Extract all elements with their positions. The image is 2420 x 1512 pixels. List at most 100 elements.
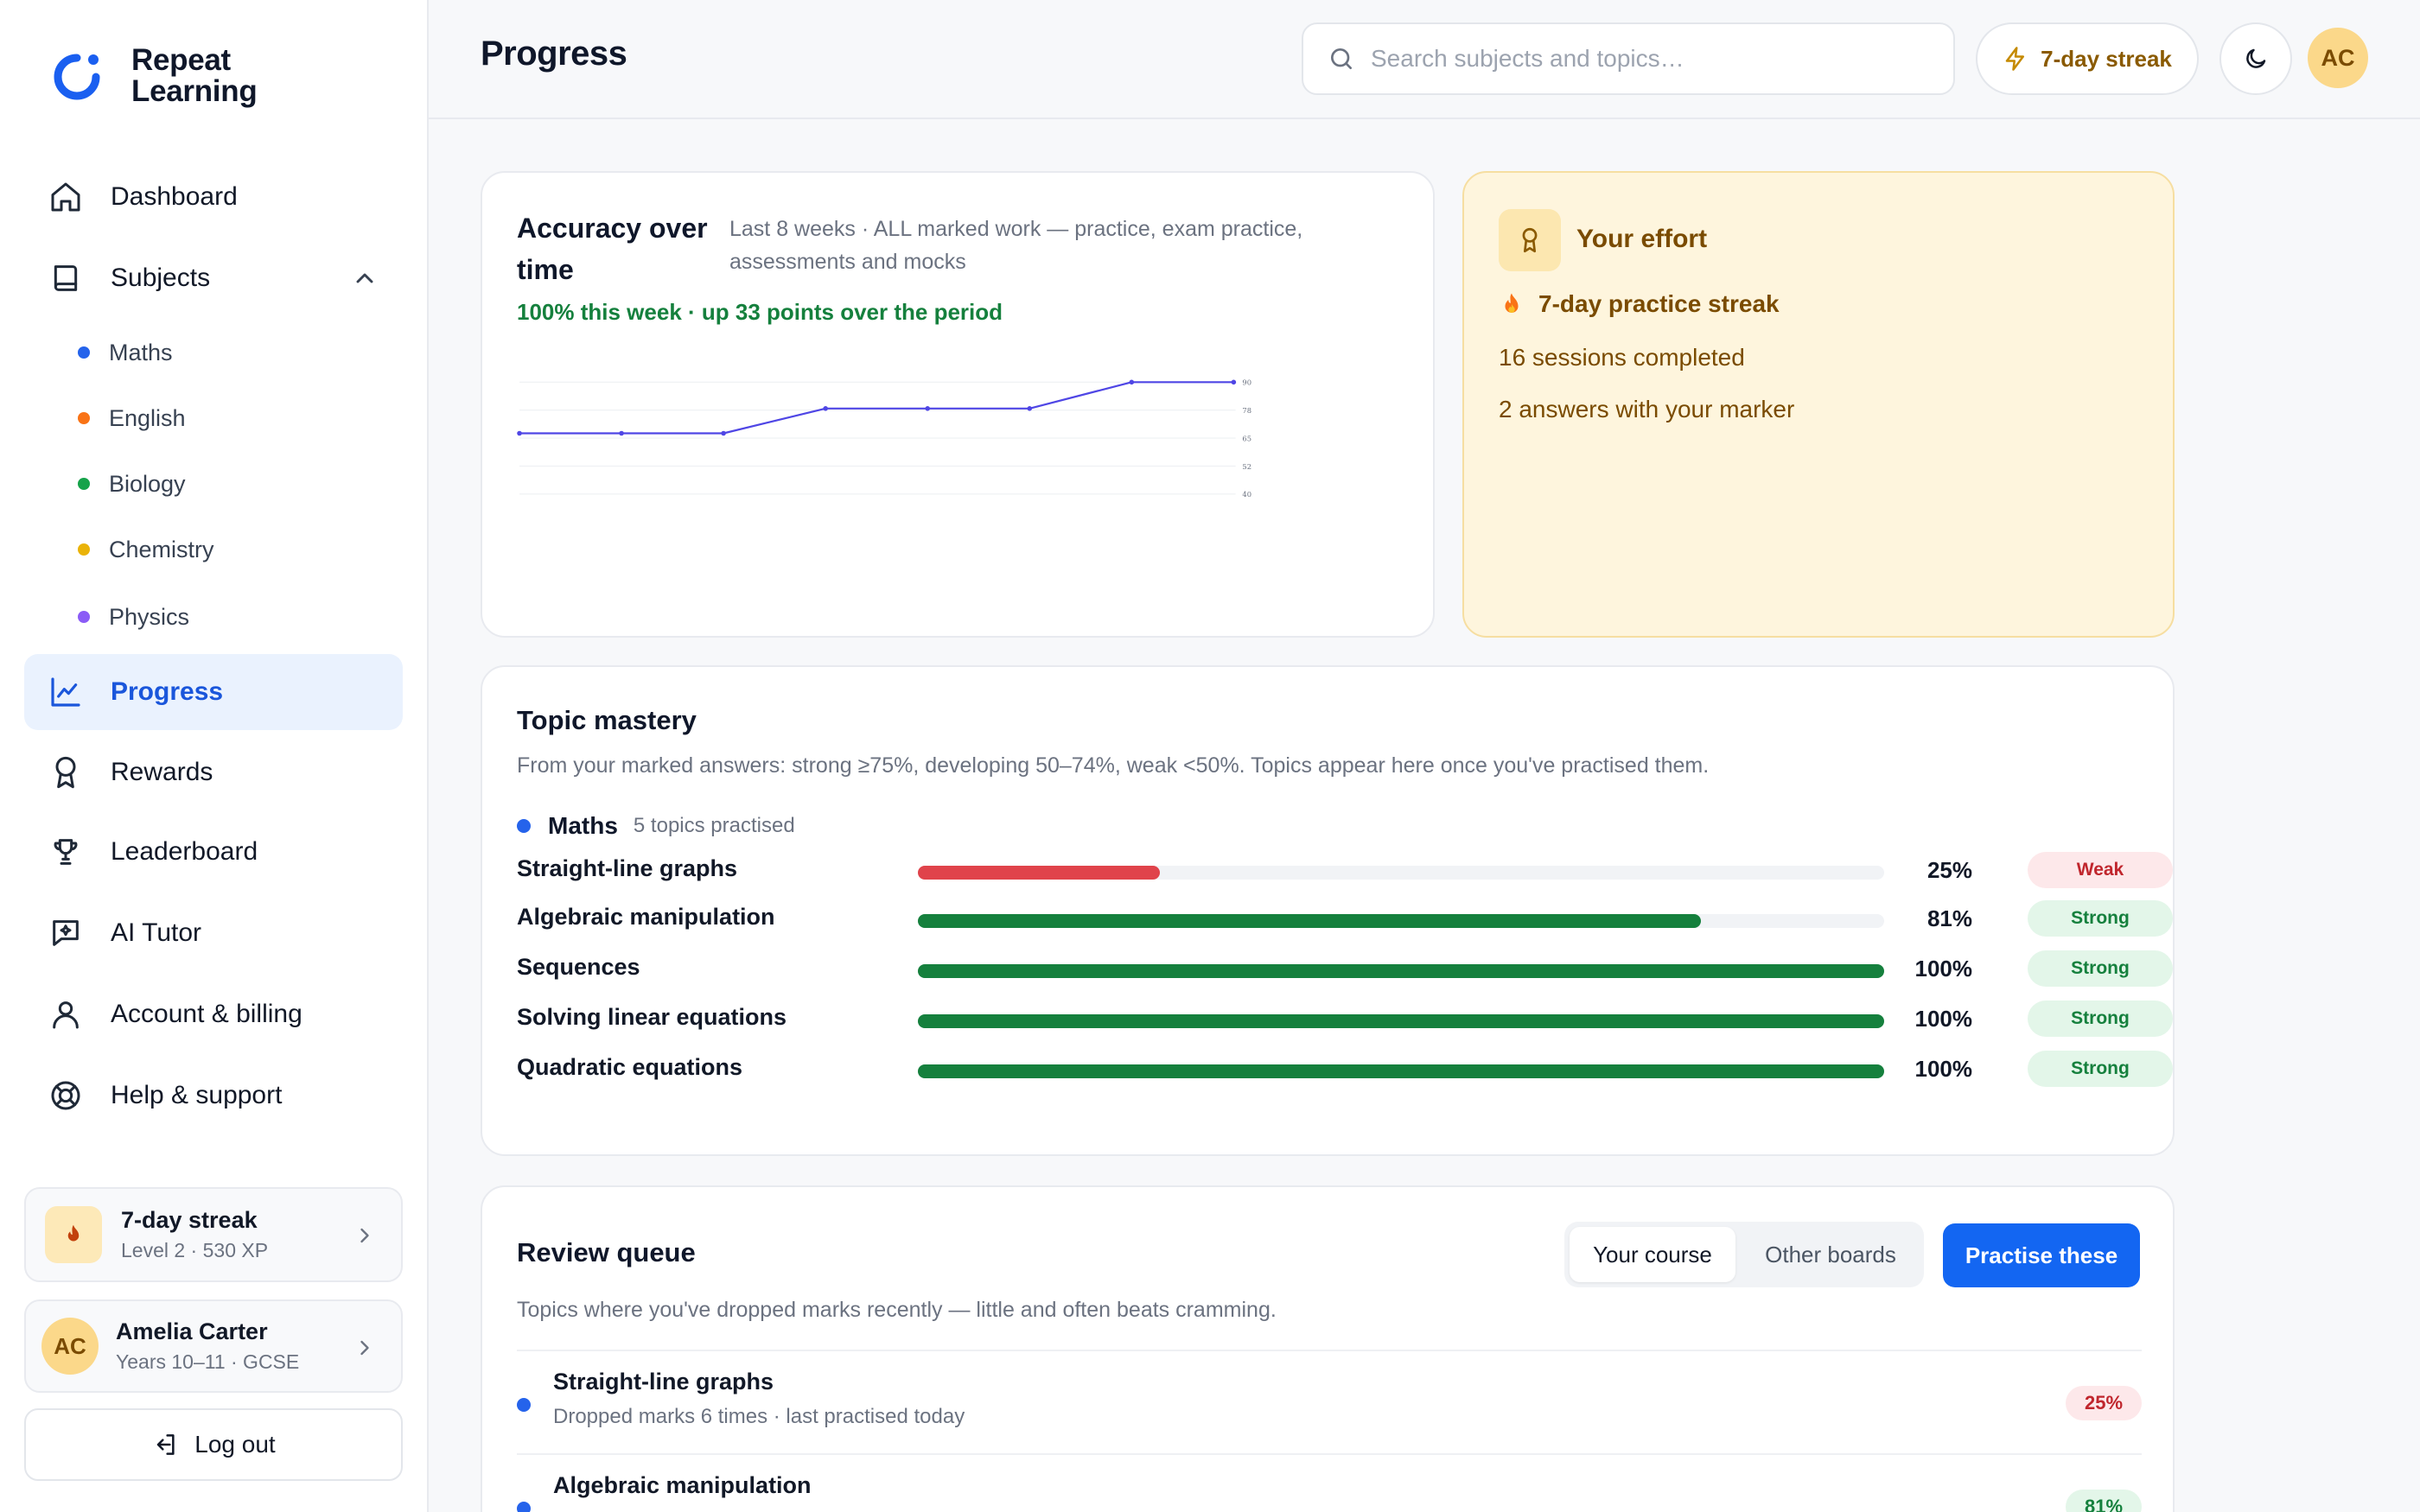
mastery-bar-fill	[918, 964, 1884, 978]
nav-dashboard[interactable]: Dashboard	[24, 159, 403, 235]
logout-label: Log out	[194, 1431, 276, 1458]
sidebar: Repeat Learning Dashboard Subjects Maths…	[0, 0, 429, 1512]
mastery-bar-fill	[918, 914, 1701, 928]
search-input[interactable]	[1371, 45, 1907, 73]
mastery-bar-fill	[918, 1014, 1884, 1028]
moon-icon	[2246, 48, 2266, 68]
sidebar-subject-biology[interactable]: Biology	[78, 467, 186, 501]
top-bar: Progress 7-day streak AC	[429, 0, 2420, 119]
topic-percent: 100%	[1914, 1056, 1973, 1082]
subject-label: English	[109, 404, 186, 431]
mastery-bar-track	[918, 866, 1884, 880]
status-badge: Weak	[2028, 852, 2173, 888]
nav-rewards[interactable]: Rewards	[24, 734, 403, 810]
subject-dot	[78, 611, 90, 623]
review-item-name: Algebraic manipulation	[553, 1472, 812, 1498]
sidebar-subject-physics[interactable]: Physics	[78, 600, 189, 634]
app-name: Repeat Learning	[131, 43, 258, 108]
table-row[interactable]: Sequences 100% Strong	[517, 950, 2173, 988]
mastery-subject-count: 5 topics practised	[633, 814, 795, 837]
subject-label: Maths	[109, 339, 173, 365]
lifebuoy-icon	[51, 1081, 80, 1110]
topic-name: Algebraic manipulation	[517, 904, 775, 930]
subject-label: Biology	[109, 470, 186, 497]
mastery-subject-header: Maths 5 topics practised	[517, 812, 795, 840]
sidebar-subject-maths[interactable]: Maths	[78, 335, 173, 370]
tab-your-course[interactable]: Your course	[1570, 1227, 1735, 1282]
theme-toggle-button[interactable]	[2219, 22, 2292, 95]
app-logo[interactable]: Repeat Learning	[50, 43, 258, 108]
effort-streak-label: 7-day practice streak	[1538, 290, 1780, 317]
flame-icon	[67, 1224, 80, 1242]
logout-icon	[157, 1434, 175, 1455]
nav-rewards-label: Rewards	[111, 758, 213, 786]
search-icon	[1331, 48, 1352, 69]
nav-dashboard-label: Dashboard	[111, 182, 238, 211]
topic-percent: 100%	[1914, 1006, 1973, 1032]
data-point[interactable]	[1231, 379, 1237, 385]
sidebar-subject-english[interactable]: English	[78, 401, 186, 435]
logout-button[interactable]: Log out	[24, 1408, 403, 1481]
subject-dot	[78, 478, 90, 490]
chevron-up-icon[interactable]	[351, 264, 379, 292]
subject-label: Chemistry	[109, 536, 214, 562]
practise-these-button[interactable]: Practise these	[1943, 1223, 2140, 1287]
data-point[interactable]	[619, 430, 624, 436]
data-point[interactable]	[1027, 406, 1033, 411]
review-title: Review queue	[517, 1237, 696, 1267]
data-point[interactable]	[721, 430, 726, 436]
mastery-subject-name: Maths	[548, 812, 618, 839]
sidebar-streak-card[interactable]: 7-day streak Level 2 · 530 XP	[24, 1187, 403, 1282]
search-box[interactable]	[1302, 22, 1955, 95]
data-point[interactable]	[517, 430, 522, 436]
effort-title: Your effort	[1576, 225, 1708, 253]
data-point[interactable]	[925, 406, 931, 411]
nav-subjects-label: Subjects	[111, 264, 211, 292]
topic-name: Sequences	[517, 954, 640, 980]
y-tick-label: 78	[1242, 406, 1251, 415]
data-point[interactable]	[1129, 379, 1135, 385]
topic-percent: 100%	[1914, 956, 1973, 982]
subject-dot	[517, 1502, 531, 1512]
subject-dot	[517, 819, 531, 833]
review-item-sub: Dropped marks 6 times · last practised t…	[553, 1405, 965, 1428]
status-badge: Strong	[2028, 1001, 2173, 1037]
subject-dot	[517, 1398, 531, 1412]
status-badge: Strong	[2028, 950, 2173, 987]
user-profile-card[interactable]: AC Amelia Carter Years 10–11 · GCSE	[24, 1299, 403, 1393]
subject-dot	[78, 543, 90, 556]
y-tick-label: 90	[1242, 378, 1251, 387]
header-streak-pill[interactable]: 7-day streak	[1976, 22, 2199, 95]
nav-subjects[interactable]: Subjects	[24, 240, 403, 316]
nav-progress-label: Progress	[111, 677, 224, 706]
status-badge: Strong	[2028, 900, 2173, 937]
table-row[interactable]: Algebraic manipulation 81% Strong	[517, 900, 2173, 938]
topic-name: Solving linear equations	[517, 1004, 787, 1030]
topic-percent: 25%	[1926, 857, 1972, 883]
header-avatar[interactable]: AC	[2308, 28, 2368, 88]
nav-leaderboard[interactable]: Leaderboard	[24, 814, 403, 890]
sidebar-subject-chemistry[interactable]: Chemistry	[78, 532, 214, 567]
table-row[interactable]: Quadratic equations 100% Strong	[517, 1051, 2173, 1089]
list-item[interactable]: Straight-line graphs Dropped marks 6 tim…	[517, 1350, 2142, 1453]
header-streak-label: 7-day streak	[2041, 45, 2172, 72]
user-icon	[53, 1001, 79, 1029]
data-point[interactable]	[823, 406, 828, 411]
chat-sparkle-icon	[53, 920, 79, 946]
nav-account-billing[interactable]: Account & billing	[24, 976, 403, 1052]
table-row[interactable]: Straight-line graphs 25% Weak	[517, 852, 2173, 890]
topic-mastery-card: Topic mastery From your marked answers: …	[481, 665, 2175, 1156]
effort-marker: 2 answers with your marker	[1499, 396, 1795, 422]
mastery-bar-fill	[918, 1064, 1884, 1078]
tab-other-boards[interactable]: Other boards	[1742, 1227, 1919, 1282]
streak-badge	[45, 1206, 102, 1263]
nav-help-support[interactable]: Help & support	[24, 1058, 403, 1134]
nav-ai-tutor[interactable]: AI Tutor	[24, 895, 403, 971]
nav-progress[interactable]: Progress	[24, 654, 403, 730]
table-row[interactable]: Solving linear equations 100% Strong	[517, 1001, 2173, 1039]
page-title: Progress	[481, 35, 627, 73]
nav-account-label: Account & billing	[111, 1000, 302, 1028]
mastery-title: Topic mastery	[517, 705, 697, 735]
user-name: Amelia Carter	[116, 1318, 268, 1344]
list-item[interactable]: Algebraic manipulation 81%	[517, 1453, 2142, 1512]
